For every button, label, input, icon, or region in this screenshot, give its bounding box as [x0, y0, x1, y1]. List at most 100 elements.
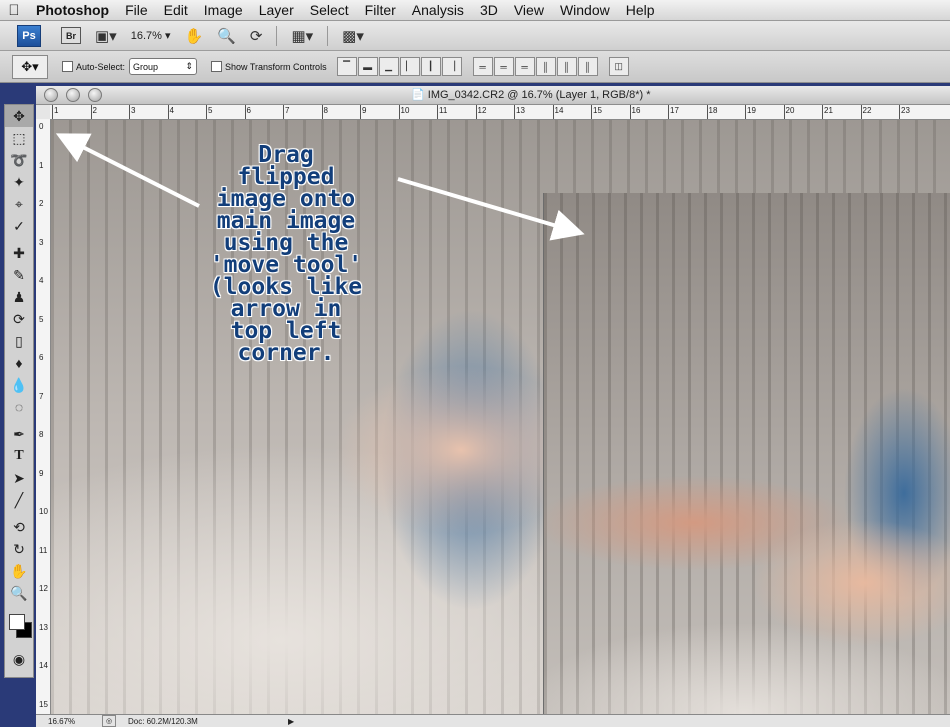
3d-orbit-tool-icon[interactable]: ↻ — [5, 538, 33, 560]
eyedropper-tool-icon[interactable]: ✓ — [5, 215, 33, 237]
healing-brush-tool-icon[interactable]: ✚ — [5, 242, 33, 264]
crop-tool-icon[interactable]: ⌖ — [5, 193, 33, 215]
ruler-tick — [90, 105, 92, 119]
ruler-label: 15 — [39, 699, 48, 709]
screen-mode-icon[interactable]: ▩▾ — [342, 27, 364, 45]
ruler-label: 14 — [39, 661, 48, 670]
path-selection-tool-icon[interactable]: ➤ — [5, 467, 33, 489]
menu-help[interactable]: Help — [618, 2, 663, 18]
quick-selection-tool-icon[interactable]: ✦ — [5, 171, 33, 193]
document-canvas[interactable]: Drag flipped image onto main image using the… — [51, 120, 950, 714]
vertical-ruler[interactable]: 0 1 2 3 4 5 6 7 8 9 10 11 12 13 14 15 — [36, 119, 51, 714]
ruler-tick — [360, 105, 361, 119]
distribute-top-icon[interactable]: ═ — [472, 57, 493, 76]
hand-tool-icon[interactable]: ✋ — [184, 27, 203, 45]
ruler-label: 2 — [92, 106, 97, 115]
apple-icon[interactable]:  — [0, 2, 28, 19]
lasso-tool-icon[interactable]: ➰ — [5, 149, 33, 171]
menu-view[interactable]: View — [506, 2, 552, 18]
annotation-line: (looks like — [209, 274, 363, 300]
align-left-icon[interactable]: ▏ — [399, 57, 420, 76]
ruler-label: 15 — [593, 106, 602, 115]
distribute-bottom-icon[interactable]: ═ — [514, 57, 535, 76]
rotate-view-icon[interactable]: ⟳ — [250, 27, 263, 45]
menu-filter[interactable]: Filter — [357, 2, 404, 18]
ruler-tick — [129, 105, 130, 119]
auto-select-dropdown[interactable]: Group ⇕ — [129, 58, 198, 75]
pen-tool-icon[interactable]: ✒ — [5, 423, 33, 445]
menu-image[interactable]: Image — [196, 2, 251, 18]
ruler-origin[interactable] — [36, 105, 51, 120]
menu-edit[interactable]: Edit — [156, 2, 196, 18]
ruler-label: 10 — [39, 507, 48, 516]
tool-preset-picker[interactable]: ✥▾ — [12, 54, 48, 79]
zoom-tool-icon[interactable]: 🔍 — [217, 27, 236, 45]
ruler-label: 6 — [246, 106, 251, 115]
menu-window[interactable]: Window — [552, 2, 618, 18]
hand-tool-icon[interactable]: ✋ — [5, 560, 33, 582]
eraser-tool-icon[interactable]: ▯ — [5, 330, 33, 352]
ruler-label: 8 — [39, 430, 44, 439]
foreground-color-swatch[interactable] — [9, 614, 25, 630]
checkbox-box[interactable] — [62, 61, 73, 72]
zoom-window-button[interactable] — [88, 88, 102, 102]
status-zoom[interactable]: 16.67% — [36, 717, 98, 726]
ruler-label: 13 — [39, 622, 48, 632]
clone-stamp-tool-icon[interactable]: ♟ — [5, 286, 33, 308]
quick-mask-icon[interactable]: ◉ — [5, 648, 33, 670]
align-top-icon[interactable]: ▔ — [336, 57, 357, 76]
menu-analysis[interactable]: Analysis — [404, 2, 472, 18]
distribute-left-icon[interactable]: ║ — [535, 57, 556, 76]
status-doc-size: Doc: 60.2M/120.3M — [128, 716, 198, 726]
ruler-label: 5 — [39, 314, 44, 324]
status-menu-arrow-icon[interactable]: ▶ — [288, 717, 294, 726]
menu-select[interactable]: Select — [302, 2, 357, 18]
arrange-documents-icon[interactable]: ▦▾ — [291, 27, 313, 45]
ruler-tick — [552, 105, 554, 119]
marquee-tool-icon[interactable]: ⬚ — [5, 127, 33, 149]
menu-3d[interactable]: 3D — [472, 2, 506, 18]
horizontal-ruler[interactable]: 1 2 3 4 5 6 7 8 9 10 11 12 13 14 15 16 17 18 19 20 21 22 23 — [50, 105, 950, 120]
align-bottom-icon[interactable]: ▁ — [378, 57, 399, 76]
brush-tool-icon[interactable]: ✎ — [5, 264, 33, 286]
document-info-icon[interactable]: ◎ — [102, 715, 116, 727]
document-title-text: IMG_0342.CR2 @ 16.7% (Layer 1, RGB/8*) * — [427, 89, 651, 101]
type-tool-icon[interactable]: T — [5, 445, 33, 467]
annotation-line: Drag — [258, 142, 314, 168]
distribute-right-icon[interactable]: ║ — [577, 57, 598, 76]
divider — [276, 25, 278, 46]
show-transform-label: Show Transform Controls — [225, 61, 327, 72]
launch-bridge-button[interactable]: Br — [61, 27, 81, 44]
align-vcenter-icon[interactable]: ▬ — [357, 57, 378, 76]
paint-bucket-tool-icon[interactable]: ♦ — [5, 352, 33, 374]
document-title-bar: 📄 IMG_0342.CR2 @ 16.7% (Layer 1, RGB/8*)… — [36, 86, 950, 105]
line-tool-icon[interactable]: ╱ — [5, 489, 33, 511]
auto-select-checkbox[interactable]: Auto-Select: — [62, 61, 125, 72]
view-extras-icon[interactable]: ▣▾ — [95, 27, 117, 45]
3d-rotate-tool-icon[interactable]: ⟲ — [5, 516, 33, 538]
distribute-hcenter-icon[interactable]: ║ — [556, 57, 577, 76]
photoshop-logo: Ps — [17, 24, 41, 47]
dodge-tool-icon[interactable]: ◌ — [5, 396, 33, 418]
show-transform-checkbox[interactable]: Show Transform Controls — [211, 61, 327, 72]
menu-file[interactable]: File — [117, 2, 156, 18]
move-tool-icon[interactable]: ✥ — [5, 105, 33, 127]
close-window-button[interactable] — [44, 88, 58, 102]
history-brush-tool-icon[interactable]: ⟳ — [5, 308, 33, 330]
ruler-tick — [822, 105, 823, 119]
auto-select-value: Group — [133, 61, 159, 72]
menu-photoshop[interactable]: Photoshop — [28, 2, 117, 18]
annotation-arrows — [55, 133, 585, 241]
menu-layer[interactable]: Layer — [251, 2, 302, 18]
blur-tool-icon[interactable]: 💧 — [5, 374, 33, 396]
ruler-label: 9 — [39, 468, 44, 478]
ruler-label: 20 — [785, 106, 795, 115]
auto-align-layers-icon[interactable]: ◫ — [608, 57, 629, 76]
align-hcenter-icon[interactable]: ┃ — [420, 57, 441, 76]
distribute-vcenter-icon[interactable]: ═ — [493, 57, 514, 76]
zoom-tool-icon[interactable]: 🔍 — [5, 582, 33, 604]
checkbox-box[interactable] — [211, 61, 223, 72]
align-right-icon[interactable]: ▕ — [441, 57, 462, 76]
zoom-level-select[interactable]: 16.7% ▾ — [131, 29, 171, 42]
minimize-window-button[interactable] — [66, 88, 80, 102]
